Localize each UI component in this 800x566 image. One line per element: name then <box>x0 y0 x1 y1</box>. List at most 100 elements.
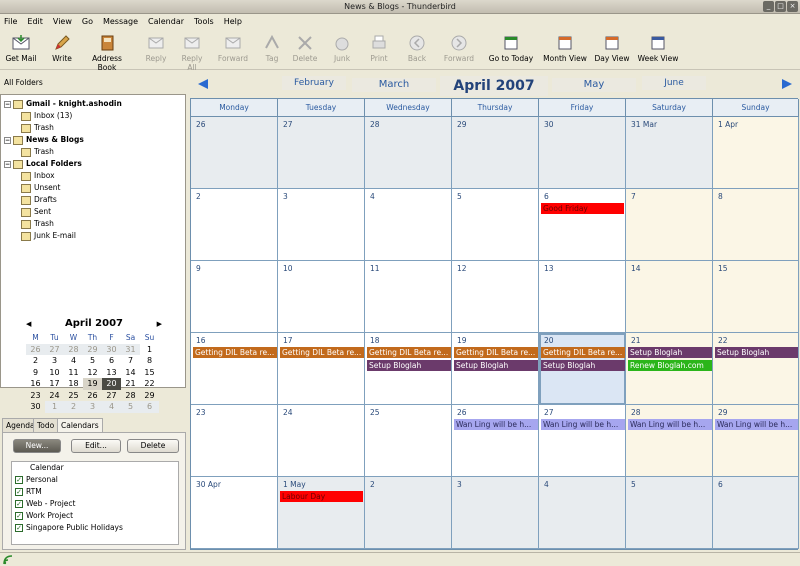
calendar-item-work-project[interactable]: ✓ Work Project <box>15 511 73 521</box>
minical-day[interactable]: 20 <box>102 378 121 390</box>
junk-button[interactable]: Junk <box>330 34 354 63</box>
day-cell[interactable]: 30 <box>539 117 626 189</box>
minical-day[interactable]: 27 <box>45 343 64 355</box>
new-calendar-button[interactable]: New... <box>13 439 61 453</box>
minical-day[interactable]: 23 <box>26 390 45 402</box>
minical-day[interactable]: 15 <box>140 367 159 379</box>
day-cell[interactable]: 17 <box>278 333 365 405</box>
back-button[interactable]: Back <box>404 34 430 63</box>
calendar-event[interactable]: Labour Day <box>280 491 363 502</box>
day-cell[interactable]: 29 <box>713 405 799 477</box>
minical-day[interactable]: 3 <box>83 401 102 413</box>
calendar-event[interactable]: Good Friday <box>541 203 624 214</box>
account-gmail[interactable]: − Gmail - knight.ashodin <box>4 99 122 109</box>
day-cell[interactable]: 1 Apr <box>713 117 799 189</box>
checkbox[interactable]: ✓ <box>15 500 23 508</box>
account-local-folders[interactable]: − Local Folders <box>4 159 82 169</box>
day-cell[interactable]: 3 <box>452 477 539 549</box>
day-cell[interactable]: 25 <box>365 405 452 477</box>
menu-view[interactable]: View <box>53 14 72 30</box>
calendar-event[interactable]: Wan Ling will be h... <box>715 419 798 430</box>
day-cell[interactable]: 9 <box>191 261 278 333</box>
forward-nav-button[interactable]: Forward <box>442 34 476 63</box>
minical-day[interactable]: 2 <box>26 355 45 367</box>
minical-day[interactable]: 17 <box>45 378 64 390</box>
calendar-item-web-project[interactable]: ✓ Web - Project <box>15 499 76 509</box>
minimize-button[interactable]: _ <box>763 1 774 12</box>
calendar-event[interactable]: Setup Bloglah <box>628 347 712 358</box>
day-cell[interactable]: 28 <box>626 405 713 477</box>
minical-day[interactable]: 19 <box>83 378 102 390</box>
minical-day[interactable]: 5 <box>121 401 140 413</box>
minical-day[interactable]: 26 <box>26 343 45 355</box>
folder-unsent[interactable]: Unsent <box>21 183 60 193</box>
minical-day[interactable]: 6 <box>102 355 121 367</box>
tab-todo[interactable]: Todo <box>33 418 59 432</box>
menu-message[interactable]: Message <box>103 14 138 30</box>
nav-month-mar[interactable]: March <box>352 78 436 92</box>
minical-day[interactable]: 1 <box>45 401 64 413</box>
delete-calendar-button[interactable]: Delete <box>127 439 179 453</box>
minical-day[interactable]: 21 <box>121 378 140 390</box>
calendar-event[interactable]: Setup Bloglah <box>541 360 625 371</box>
calendar-event[interactable]: Wan Ling will be h... <box>628 419 712 430</box>
minical-day[interactable]: 30 <box>26 401 45 413</box>
minical-day[interactable]: 30 <box>102 343 121 355</box>
minical-day[interactable]: 6 <box>140 401 159 413</box>
calendar-event[interactable]: Setup Bloglah <box>454 360 538 371</box>
day-cell[interactable]: 26 <box>191 117 278 189</box>
minical-day[interactable]: 13 <box>102 367 121 379</box>
folder-drafts[interactable]: Drafts <box>21 195 57 205</box>
day-cell[interactable]: 28 <box>365 117 452 189</box>
minical-day[interactable]: 2 <box>64 401 83 413</box>
day-cell[interactable]: 16 <box>191 333 278 405</box>
day-cell[interactable]: 4 <box>365 189 452 261</box>
day-cell[interactable]: 6 <box>539 189 626 261</box>
go-to-today-button[interactable]: Go to Today <box>486 34 536 63</box>
minical-day[interactable]: 5 <box>83 355 102 367</box>
month-view-button[interactable]: Month View <box>542 34 588 63</box>
day-cell[interactable]: 12 <box>452 261 539 333</box>
minical-day[interactable]: 18 <box>64 378 83 390</box>
menu-go[interactable]: Go <box>82 14 93 30</box>
day-cell[interactable]: 22 <box>713 333 799 405</box>
calendar-item-personal[interactable]: ✓ Personal <box>15 475 58 485</box>
minical-day[interactable]: 24 <box>45 390 64 402</box>
minical-day[interactable]: 29 <box>140 390 159 402</box>
maximize-button[interactable]: □ <box>775 1 786 12</box>
calendar-event[interactable]: Renew Bloglah.com <box>628 360 712 371</box>
online-status-icon[interactable] <box>3 555 13 565</box>
folder-trash-news[interactable]: Trash <box>21 147 54 157</box>
checkbox[interactable]: ✓ <box>15 512 23 520</box>
folder-junk[interactable]: Junk E-mail <box>21 231 76 241</box>
menu-tools[interactable]: Tools <box>194 14 214 30</box>
account-news-blogs[interactable]: − News & Blogs <box>4 135 84 145</box>
delete-button[interactable]: Delete <box>290 34 320 63</box>
collapse-toggle[interactable]: − <box>4 160 11 168</box>
day-cell[interactable]: 8 <box>713 189 799 261</box>
folder-trash-local[interactable]: Trash <box>21 219 54 229</box>
tab-calendars[interactable]: Calendars <box>57 418 103 432</box>
day-cell[interactable]: 14 <box>626 261 713 333</box>
menu-file[interactable]: File <box>4 14 17 30</box>
day-cell[interactable]: 31 Mar <box>626 117 713 189</box>
calendar-event[interactable]: Getting DIL Beta re... <box>367 347 451 358</box>
day-cell[interactable]: 27 <box>278 117 365 189</box>
menu-calendar[interactable]: Calendar <box>148 14 184 30</box>
minical-day[interactable]: 10 <box>45 367 64 379</box>
minical-day[interactable]: 29 <box>83 343 102 355</box>
calendar-event[interactable]: Setup Bloglah <box>715 347 798 358</box>
day-cell[interactable]: 11 <box>365 261 452 333</box>
nav-month-jun[interactable]: June <box>642 76 706 90</box>
nav-month-may[interactable]: May <box>552 78 636 92</box>
next-month-icon[interactable] <box>780 78 794 90</box>
folder-inbox-gmail[interactable]: Inbox (13) <box>21 111 72 121</box>
checkbox[interactable]: ✓ <box>15 488 23 496</box>
minical-day[interactable]: 14 <box>121 367 140 379</box>
day-cell[interactable]: 5 <box>452 189 539 261</box>
reply-all-button[interactable]: Reply All <box>176 34 208 72</box>
print-button[interactable]: Print <box>366 34 392 63</box>
minical-day[interactable]: 9 <box>26 367 45 379</box>
minical-day[interactable]: 12 <box>83 367 102 379</box>
calendar-event[interactable]: Getting DIL Beta re... <box>541 347 625 358</box>
